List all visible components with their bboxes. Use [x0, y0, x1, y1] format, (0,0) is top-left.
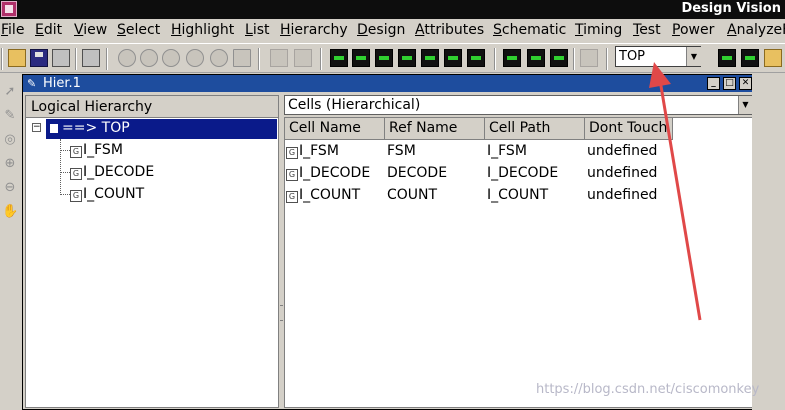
- watermark: https://blog.csdn.net/ciscomonkey: [536, 382, 760, 397]
- annotation-arrow-shaft: [658, 79, 702, 321]
- annotation-arrow-head: [649, 62, 671, 88]
- annotation-arrow: [649, 62, 702, 321]
